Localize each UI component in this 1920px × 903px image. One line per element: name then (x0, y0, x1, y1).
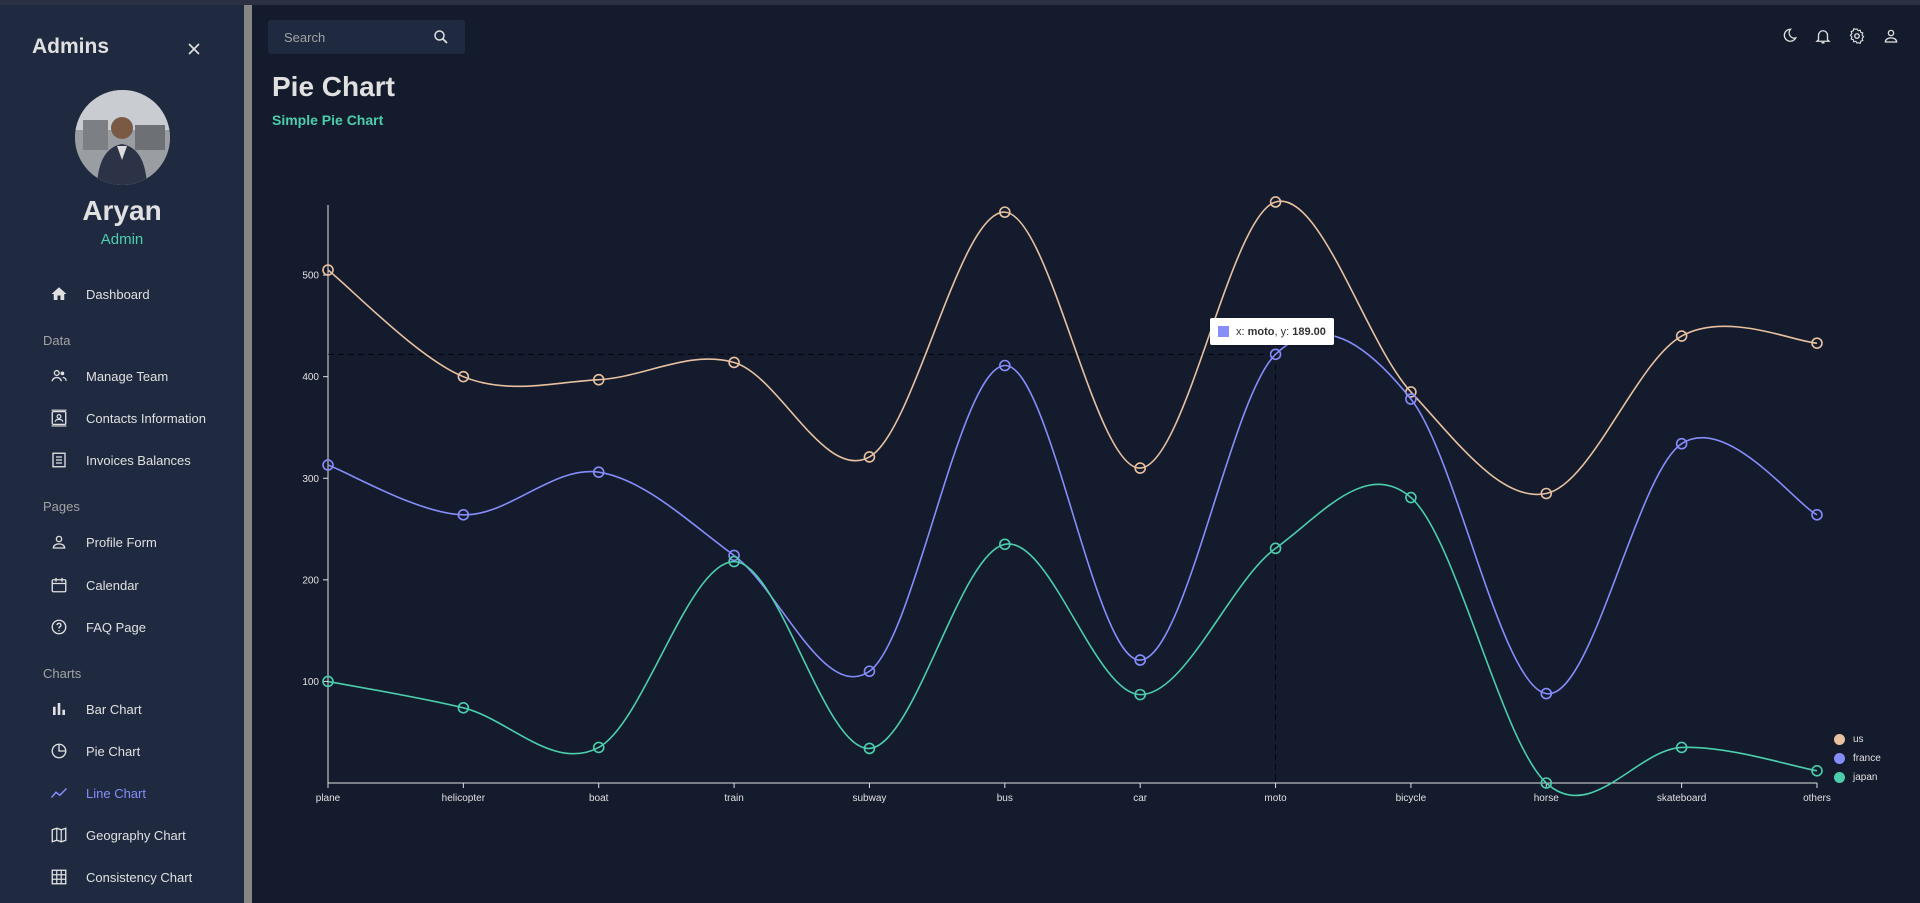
legend-label: france (1853, 753, 1881, 764)
home-icon (50, 285, 68, 303)
person-icon (50, 533, 68, 551)
x-tick-label: train (724, 793, 743, 804)
settings-icon[interactable] (1848, 27, 1866, 45)
pie-chart-icon (50, 742, 68, 760)
sidebar-item-invoices[interactable]: Invoices Balances (50, 445, 191, 475)
legend-item-us[interactable]: us (1834, 730, 1881, 749)
page-subtitle: Simple Pie Chart (272, 112, 384, 128)
sidebar-item-label: Profile Form (86, 534, 157, 550)
x-tick-label: boat (589, 793, 609, 804)
x-tick-label: plane (316, 793, 341, 804)
sidebar-item-label: Geography Chart (86, 827, 186, 843)
sidebar-item-label: Consistency Chart (86, 869, 193, 885)
sidebar-item-label: Bar Chart (86, 701, 142, 717)
sidebar-item-dashboard[interactable]: Dashboard (50, 279, 150, 309)
y-tick-label: 400 (302, 372, 319, 383)
close-icon (188, 43, 200, 55)
sidebar-item-geography-chart[interactable]: Geography Chart (50, 820, 186, 850)
nav-section-data: Data (43, 333, 71, 348)
calendar-icon (50, 576, 68, 594)
tooltip-y-value: 189.00 (1292, 325, 1326, 338)
x-tick-label: moto (1264, 793, 1287, 804)
y-tick-label: 500 (302, 271, 319, 282)
search-icon[interactable] (432, 28, 450, 46)
sidebar-item-label: Invoices Balances (86, 452, 191, 468)
sidebar-item-calendar[interactable]: Calendar (50, 570, 139, 600)
topbar-icons (1780, 27, 1900, 45)
close-sidebar-button[interactable] (184, 39, 204, 59)
sidebar-item-label: Line Chart (86, 785, 146, 801)
search-input[interactable] (268, 29, 428, 45)
series-line-us (327, 200, 1818, 496)
window-top-strip (0, 0, 1920, 5)
series-line-france (327, 333, 1818, 695)
people-icon (50, 367, 68, 385)
x-tick-label: bus (997, 793, 1013, 804)
x-tick-label: horse (1534, 793, 1559, 804)
sidebar: Admins Aryan Admin Dashboard Data Manage… (0, 5, 244, 903)
sidebar-item-label: Pie Chart (86, 743, 141, 759)
sidebar-item-pie-chart[interactable]: Pie Chart (50, 736, 140, 766)
chart-tooltip: x: moto, y: 189.00 (1210, 318, 1334, 345)
sidebar-item-bar-chart[interactable]: Bar Chart (50, 694, 142, 724)
x-tick-label: bicycle (1396, 793, 1427, 804)
timeline-icon (50, 784, 68, 802)
sidebar-brand: Admins (32, 35, 110, 58)
nav-section-pages: Pages (43, 499, 80, 514)
sidebar-item-line-chart[interactable]: Line Chart (50, 778, 146, 808)
legend-label: japan (1853, 772, 1878, 783)
sidebar-item-faq[interactable]: FAQ Page (50, 612, 146, 642)
legend-swatch (1834, 734, 1845, 745)
sidebar-item-contacts[interactable]: Contacts Information (50, 403, 206, 433)
map-icon (50, 826, 68, 844)
sidebar-item-label: Dashboard (86, 286, 150, 302)
avatar-image (75, 90, 170, 185)
y-tick-label: 100 (302, 677, 319, 688)
page-title: Pie Chart (272, 71, 395, 102)
user-name: Aryan (82, 195, 162, 226)
x-tick-label: skateboard (1657, 793, 1706, 804)
user-role: Admin (100, 231, 144, 248)
sidebar-item-manage-team[interactable]: Manage Team (50, 361, 168, 391)
bar-chart-icon (50, 700, 68, 718)
x-tick-label: others (1803, 793, 1831, 804)
person-icon[interactable] (1882, 27, 1900, 45)
x-tick-label: helicopter (442, 793, 486, 804)
sidebar-item-label: Calendar (86, 577, 139, 593)
legend-swatch (1834, 772, 1845, 783)
legend-label: us (1853, 734, 1864, 745)
search-bar (268, 20, 465, 54)
bell-icon[interactable] (1814, 27, 1832, 45)
grid-icon (50, 868, 68, 886)
y-tick-label: 200 (302, 575, 319, 586)
help-icon (50, 618, 68, 636)
line-chart: 100 200 300 400 500 plane helicopter boat train s… (302, 196, 1831, 804)
x-tick-label: subway (853, 793, 887, 804)
tooltip-x-label: x: (1236, 325, 1245, 338)
moon-icon[interactable] (1780, 27, 1798, 45)
sidebar-item-label: Contacts Information (86, 410, 206, 426)
avatar (75, 90, 170, 185)
sidebar-scrollbar[interactable] (244, 5, 252, 903)
sidebar-item-label: FAQ Page (86, 619, 146, 635)
legend-swatch (1834, 753, 1845, 764)
chart-legend: us france japan (1834, 730, 1881, 787)
series-line-japan (327, 483, 1818, 797)
sidebar-item-consistency-chart[interactable]: Consistency Chart (50, 862, 192, 892)
legend-item-france[interactable]: france (1834, 749, 1881, 768)
nav-section-charts: Charts (43, 666, 82, 681)
tooltip-swatch (1218, 326, 1229, 337)
tooltip-x-value: moto (1247, 325, 1275, 338)
x-tick-label: car (1133, 793, 1148, 804)
y-tick-label: 300 (302, 474, 319, 485)
tooltip-y-label: , y: (1274, 325, 1290, 338)
sidebar-item-label: Manage Team (86, 368, 169, 384)
sidebar-item-profile-form[interactable]: Profile Form (50, 527, 157, 557)
legend-item-japan[interactable]: japan (1834, 768, 1881, 787)
receipt-icon (50, 451, 68, 469)
contacts-icon (50, 409, 68, 427)
